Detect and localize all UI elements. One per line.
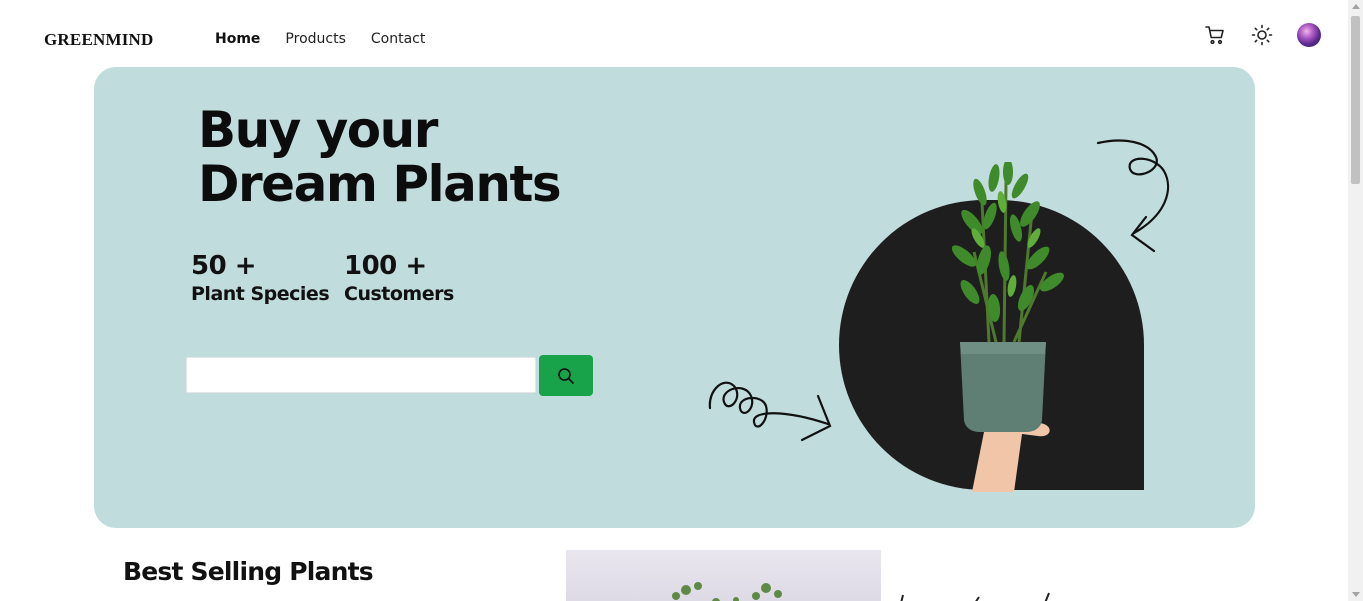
scroll-up-arrow[interactable] — [1352, 4, 1360, 9]
hero-banner: Buy your Dream Plants 50 + Plant Species… — [94, 67, 1255, 528]
stat-value: 100 + — [344, 251, 427, 281]
sun-icon[interactable] — [1251, 24, 1273, 46]
search-icon — [558, 367, 574, 384]
loop-arrow-decoration — [708, 381, 832, 442]
main-nav: Home Products Contact — [215, 31, 425, 47]
stat-label: Plant Species — [191, 283, 330, 305]
stat-customers: 100 + Customers — [344, 251, 454, 305]
nav-contact[interactable]: Contact — [371, 31, 425, 47]
hero-title: Buy your Dream Plants — [198, 101, 562, 213]
brand-logo[interactable]: GREENMIND — [44, 30, 153, 50]
hero-title-line2: Dream Plants — [198, 155, 562, 213]
scrollbar-thumb[interactable] — [1351, 16, 1360, 184]
stat-value: 50 + — [191, 251, 257, 281]
stat-label: Customers — [344, 283, 454, 305]
stat-plant-species: 50 + Plant Species — [191, 251, 330, 305]
avatar[interactable] — [1297, 23, 1321, 47]
nav-home[interactable]: Home — [215, 31, 260, 47]
potted-plant-image — [951, 162, 1064, 492]
best-selling-title: Best Selling Plants — [123, 557, 374, 586]
search-button[interactable] — [539, 355, 593, 396]
page-scrollbar[interactable] — [1348, 0, 1363, 601]
hero-title-line1: Buy your — [198, 101, 438, 159]
plant-thumbnail-image — [900, 592, 1050, 601]
nav-products[interactable]: Products — [285, 31, 345, 47]
plant-thumbnail-image — [672, 582, 782, 601]
product-image-secondary[interactable] — [895, 585, 1065, 601]
cart-icon[interactable] — [1204, 24, 1226, 46]
search-input[interactable] — [186, 357, 536, 393]
product-image[interactable] — [566, 550, 881, 601]
scroll-down-arrow[interactable] — [1352, 592, 1360, 597]
